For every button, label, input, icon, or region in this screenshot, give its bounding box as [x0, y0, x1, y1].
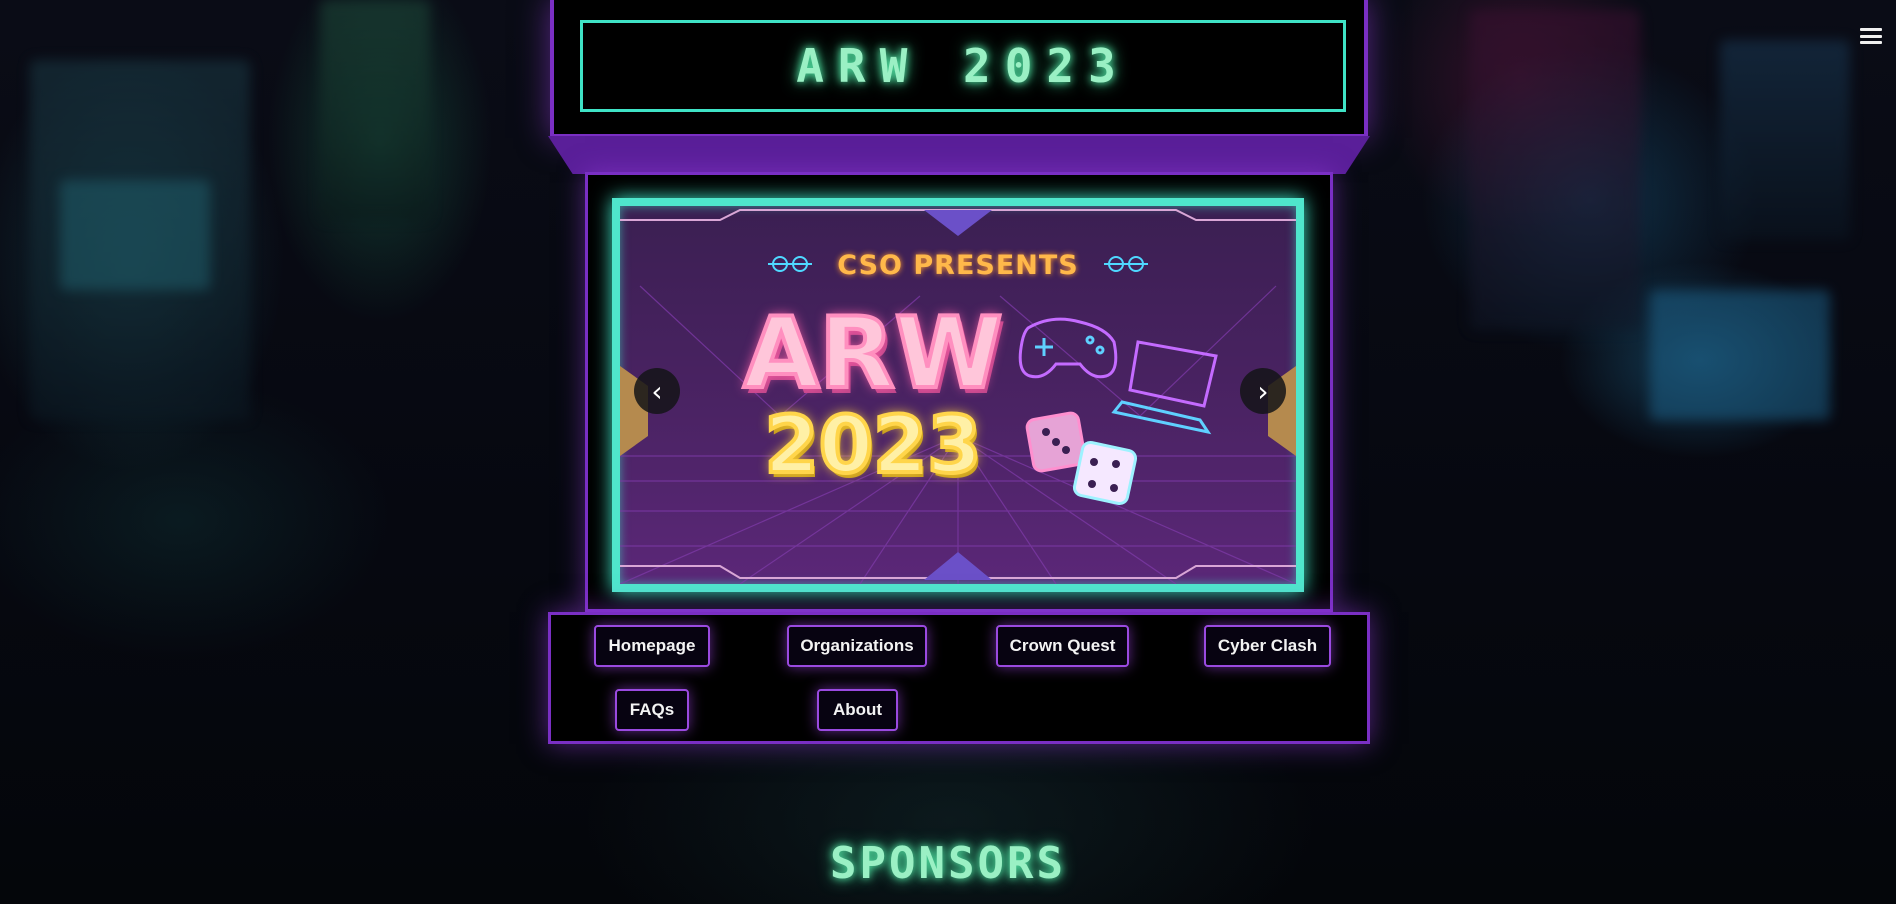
hamburger-line	[1860, 34, 1882, 38]
slide-year: 2023	[762, 401, 983, 491]
bg-arcade-far-right	[1720, 40, 1850, 240]
slideshow-next-button[interactable]: ›	[1240, 368, 1286, 414]
hamburger-line	[1860, 28, 1882, 31]
bg-arcade-left-screen	[60, 180, 210, 290]
nav-homepage-button[interactable]: Homepage	[594, 625, 710, 667]
page-title: ARW 2023	[796, 39, 1130, 93]
marquee-frame: ARW 2023	[580, 20, 1346, 112]
bg-arcade-mid-left	[320, 0, 430, 220]
nav-cyber-clash-button[interactable]: Cyber Clash	[1204, 625, 1331, 667]
hamburger-menu-icon[interactable]	[1860, 28, 1882, 44]
gamepad-icon	[1018, 317, 1118, 379]
nav-organizations-button[interactable]: Organizations	[787, 625, 927, 667]
bg-arcade-right-screen	[1650, 290, 1830, 420]
hamburger-line	[1860, 41, 1882, 44]
slideshow-slide: CSO PRESENTS ARW 2023	[612, 198, 1304, 592]
slideshow-prev-button[interactable]: ‹	[634, 368, 680, 414]
nav-crown-quest-button[interactable]: Crown Quest	[996, 625, 1129, 667]
dice-icon	[1025, 411, 1138, 506]
nav-faqs-button[interactable]: FAQs	[615, 689, 689, 731]
page-background: ARW 2023 CSO PRESENTS ARW 2023 ‹ › Homep…	[0, 0, 1896, 904]
computer-icon	[1111, 340, 1218, 435]
nav-about-button[interactable]: About	[817, 689, 898, 731]
sponsors-heading: SPONSORS	[830, 838, 1066, 889]
slide-presenter-text: CSO PRESENTS	[837, 250, 1079, 281]
slide-headline: ARW	[741, 297, 1004, 411]
cabinet-marquee: ARW 2023	[550, 0, 1368, 138]
bg-arcade-right	[1470, 10, 1640, 330]
cabinet-bevel	[548, 136, 1370, 174]
